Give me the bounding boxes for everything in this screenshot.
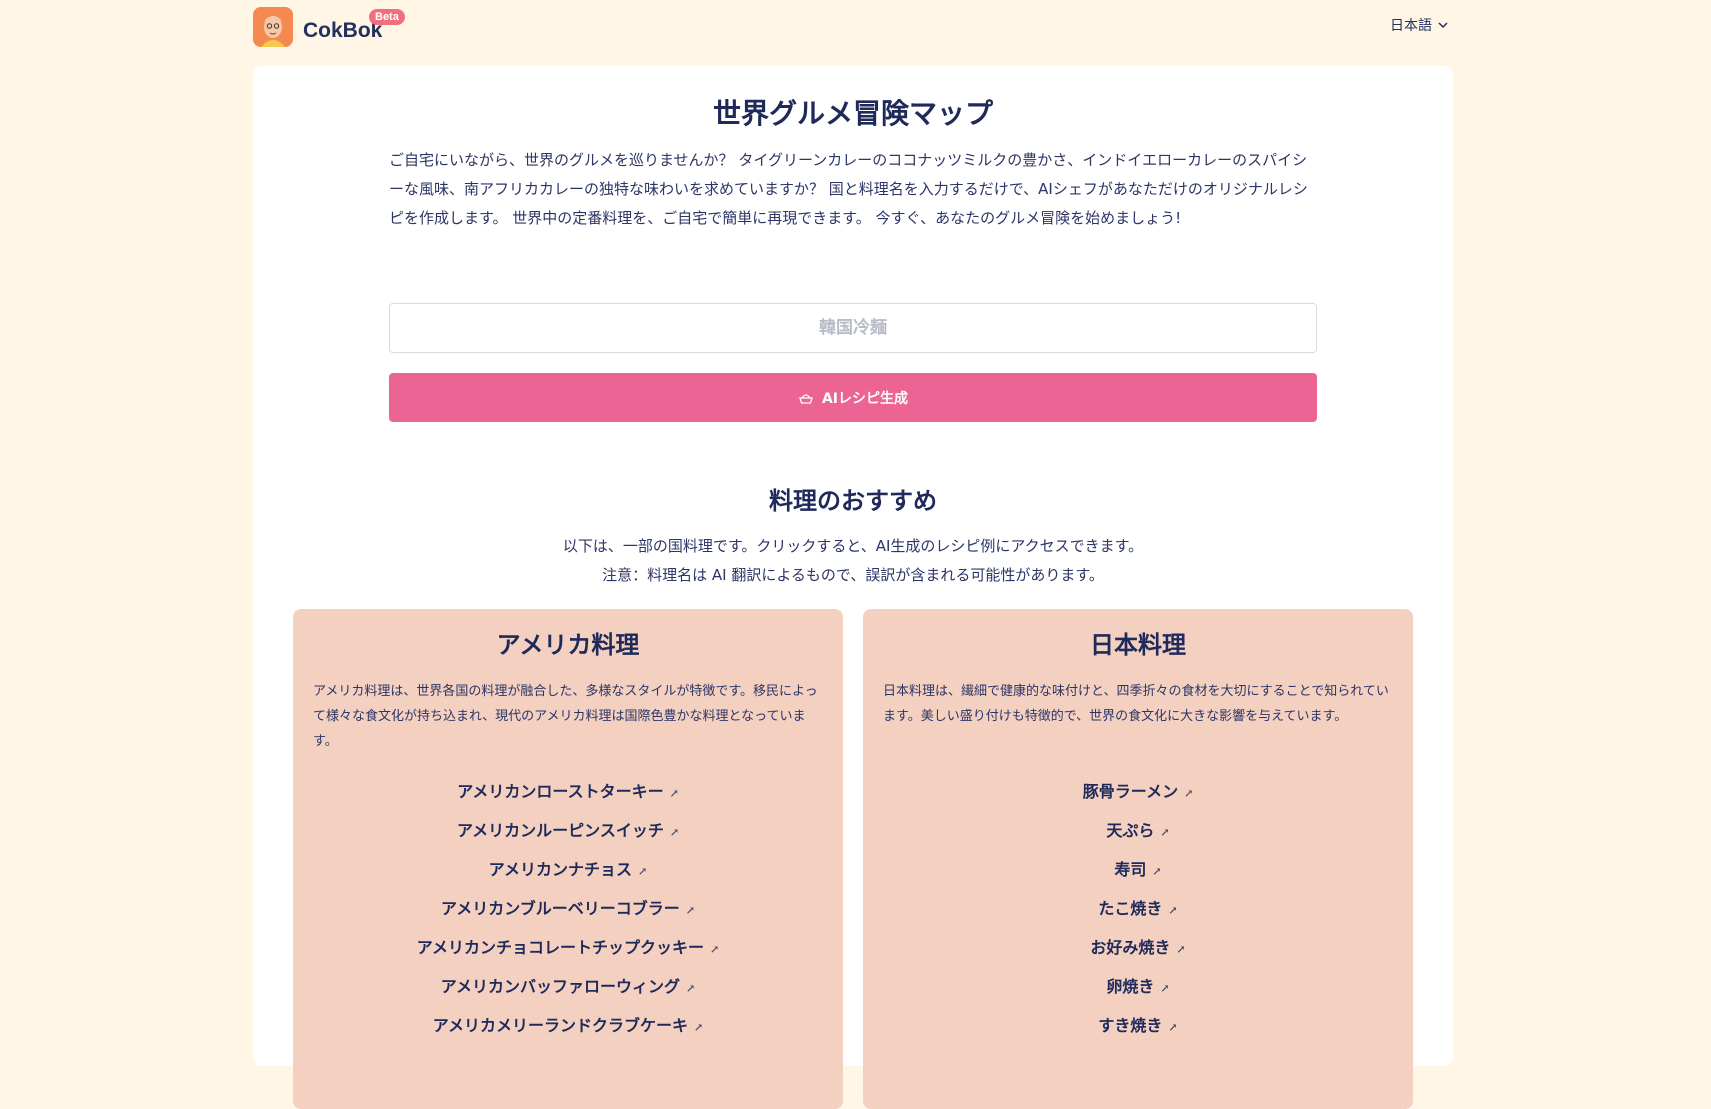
- dish-link[interactable]: すき焼き ↗: [1098, 1016, 1177, 1035]
- external-link-icon: ↗: [1152, 865, 1162, 878]
- intro-text: ご自宅にいながら、世界のグルメを巡りませんか？ タイグリーンカレーのココナッツミ…: [389, 151, 1308, 227]
- external-link-icon: ↗: [685, 982, 696, 995]
- dish-name: たこ焼き: [1098, 899, 1163, 918]
- cuisine-title: 日本料理: [1090, 631, 1186, 659]
- dish-name: 天ぷら: [1106, 821, 1155, 840]
- top-bar: CokBok Beta 日本語: [0, 0, 1711, 66]
- list-item: 天ぷら ↗: [863, 819, 1413, 858]
- chef-avatar-icon: [253, 7, 293, 47]
- external-link-icon: ↗: [1160, 826, 1170, 839]
- recommendations-title: 料理のおすすめ: [769, 487, 937, 515]
- language-selector[interactable]: 日本語: [1390, 15, 1448, 35]
- list-item: アメリカンバッファローウィング ↗: [293, 975, 843, 1014]
- dish-name: お好み焼き: [1090, 938, 1171, 957]
- dish-name: 寿司: [1114, 860, 1147, 879]
- list-item: 卵焼き ↗: [863, 975, 1413, 1014]
- recommendations-desc-line2: 注意：料理名は AI 翻訳によるもので、誤訳が含まれる可能性があります。: [602, 566, 1104, 584]
- dish-link[interactable]: アメリカンブルーベリーコブラー ↗: [441, 899, 695, 918]
- list-item: アメリカンブルーベリーコブラー ↗: [293, 897, 843, 936]
- dish-list: アメリカンローストターキー ↗ アメリカンルーピンスイッチ ↗ アメリカンナチョス ↗…: [293, 780, 843, 1053]
- external-link-icon: ↗: [1184, 787, 1194, 800]
- generate-label: AIレシピ生成: [821, 390, 909, 407]
- external-link-icon: ↗: [637, 865, 648, 878]
- ai-recipe-generate-button[interactable]: AIレシピ生成: [389, 373, 1317, 422]
- list-item: お好み焼き ↗: [863, 936, 1413, 975]
- list-item: 寿司 ↗: [863, 858, 1413, 897]
- page-title: 世界グルメ冒険マップ: [712, 97, 993, 130]
- recommendations-desc-line1: 以下は、一部の国料理です。クリックすると、AI生成のレシピ例にアクセスできます。: [562, 537, 1144, 555]
- external-link-icon: ↗: [669, 826, 680, 839]
- dish-name: アメリカメリーランドクラブケーキ: [432, 1016, 688, 1035]
- dish-name: アメリカンナチョス: [488, 860, 632, 879]
- dish-link[interactable]: お好み焼き ↗: [1090, 938, 1185, 957]
- dish-name: アメリカンローストターキー: [457, 782, 664, 801]
- brand[interactable]: CokBok Beta: [253, 7, 405, 47]
- external-link-icon: ↗: [1168, 904, 1178, 917]
- dish-name: 卵焼き: [1106, 977, 1155, 996]
- cooking-pot-icon: [799, 393, 813, 404]
- main-card: 世界グルメ冒険マップ ご自宅にいながら、世界のグルメを巡りませんか？ タイグリー…: [253, 66, 1453, 1109]
- language-label: 日本語: [1390, 18, 1432, 34]
- external-link-icon: ↗: [685, 904, 695, 917]
- dish-search-input[interactable]: [389, 303, 1317, 353]
- dish-name: すき焼き: [1098, 1016, 1163, 1035]
- brand-name: CokBok Beta: [303, 9, 405, 43]
- cuisine-card-japanese: 日本料理 日本料理は、繊細で健康的な味付けと、四季折々の食材を大切にすることで知…: [863, 609, 1413, 1109]
- dish-link[interactable]: アメリカンローストターキー ↗: [457, 782, 679, 801]
- dish-link[interactable]: アメリカンバッファローウィング ↗: [441, 977, 695, 996]
- dish-link[interactable]: アメリカメリーランドクラブケーキ ↗: [433, 1016, 703, 1035]
- external-link-icon: ↗: [1168, 1021, 1178, 1034]
- list-item: アメリカメリーランドクラブケーキ ↗: [293, 1014, 843, 1053]
- cuisine-title: アメリカ料理: [496, 631, 640, 659]
- chevron-down-icon: [1438, 22, 1448, 29]
- dish-name: 豚骨ラーメン: [1082, 782, 1179, 801]
- list-item: 豚骨ラーメン ↗: [863, 780, 1413, 819]
- list-item: アメリカンローストターキー ↗: [293, 780, 843, 819]
- dish-name: アメリカンブルーベリーコブラー: [441, 899, 680, 918]
- list-item: たこ焼き ↗: [863, 897, 1413, 936]
- dish-link[interactable]: 天ぷら ↗: [1106, 821, 1169, 840]
- external-link-icon: ↗: [693, 1021, 704, 1034]
- external-link-icon: ↗: [1160, 982, 1170, 995]
- dish-link[interactable]: 卵焼き ↗: [1106, 977, 1169, 996]
- cuisine-card-american: アメリカ料理 アメリカ料理は、世界各国の料理が融合した、多様なスタイルが特徴です…: [293, 609, 843, 1109]
- dish-name: アメリカンチョコレートチップクッキー: [416, 938, 704, 957]
- dish-link[interactable]: たこ焼き ↗: [1098, 899, 1177, 918]
- beta-badge: Beta: [369, 9, 405, 25]
- dish-link[interactable]: アメリカンルーピンスイッチ ↗: [457, 821, 679, 840]
- list-item: すき焼き ↗: [863, 1014, 1413, 1053]
- list-item: アメリカンルーピンスイッチ ↗: [293, 819, 843, 858]
- dish-list: 豚骨ラーメン ↗ 天ぷら ↗ 寿司 ↗ たこ焼き ↗ お好み焼き ↗ 卵焼き ↗ すき焼き ↗: [863, 780, 1413, 1053]
- cuisine-description: 日本料理は、繊細で健康的な味付けと、四季折々の食材を大切にすることで知られていま…: [883, 684, 1389, 724]
- external-link-icon: ↗: [669, 787, 679, 800]
- external-link-icon: ↗: [1176, 943, 1186, 956]
- dish-link[interactable]: 豚骨ラーメン ↗: [1083, 782, 1194, 801]
- dish-link[interactable]: 寿司 ↗: [1114, 860, 1161, 879]
- recommendations-desc: 以下は、一部の国料理です。クリックすると、AI生成のレシピ例にアクセスできます。…: [253, 532, 1453, 590]
- list-item: アメリカンチョコレートチップクッキー ↗: [293, 936, 843, 975]
- cuisine-description: アメリカ料理は、世界各国の料理が融合した、多様なスタイルが特徴です。移民によって…: [313, 684, 818, 749]
- list-item: アメリカンナチョス ↗: [293, 858, 843, 897]
- dish-link[interactable]: アメリカンナチョス ↗: [489, 860, 647, 879]
- external-link-icon: ↗: [709, 943, 720, 956]
- dish-name: アメリカンルーピンスイッチ: [456, 821, 664, 840]
- dish-link[interactable]: アメリカンチョコレートチップクッキー ↗: [417, 938, 719, 957]
- dish-name: アメリカンバッファローウィング: [440, 977, 680, 996]
